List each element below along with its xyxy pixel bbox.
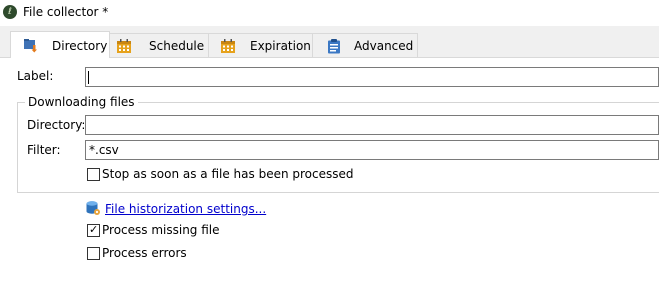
process-errors-checkbox[interactable] <box>87 247 100 260</box>
filter-input[interactable]: *.csv <box>85 140 659 160</box>
folder-download-icon <box>24 39 37 53</box>
filter-caption: Filter: <box>27 143 61 157</box>
file-historization-settings-link[interactable]: File historization settings... <box>105 202 266 216</box>
process-missing-file-label: Process missing file <box>102 223 220 237</box>
directory-input[interactable] <box>85 115 659 135</box>
window-title: File collector * <box>23 5 109 19</box>
text-caret <box>88 71 89 84</box>
title-bar: ℓ File collector * <box>0 0 659 26</box>
calendar-icon <box>117 39 131 53</box>
process-missing-file-checkbox[interactable]: ✓ <box>87 223 100 237</box>
checkmark-icon: ✓ <box>89 223 99 236</box>
clipboard-icon <box>328 39 340 54</box>
tab-expiration-label: Expiration <box>250 39 311 53</box>
tab-directory-label: Directory <box>52 39 108 53</box>
tab-expiration[interactable]: Expiration <box>208 33 313 57</box>
stop-after-first-file-label: Stop as soon as a file has been processe… <box>102 167 354 181</box>
stop-after-first-file-checkbox[interactable] <box>87 168 100 181</box>
label-caption: Label: <box>17 69 54 83</box>
tab-advanced-label: Advanced <box>354 39 414 53</box>
app-logo-icon: ℓ <box>3 5 17 19</box>
label-input[interactable] <box>85 67 659 87</box>
tab-schedule[interactable]: Schedule <box>109 33 209 57</box>
database-settings-icon <box>86 201 100 215</box>
tab-schedule-label: Schedule <box>149 39 205 53</box>
downloading-files-legend: Downloading files <box>25 95 138 109</box>
directory-caption: Directory: <box>27 118 86 132</box>
calendar-icon <box>221 39 235 53</box>
tab-advanced[interactable]: Advanced <box>312 33 418 57</box>
tab-directory[interactable]: Directory <box>10 31 110 58</box>
process-errors-label: Process errors <box>102 246 187 260</box>
